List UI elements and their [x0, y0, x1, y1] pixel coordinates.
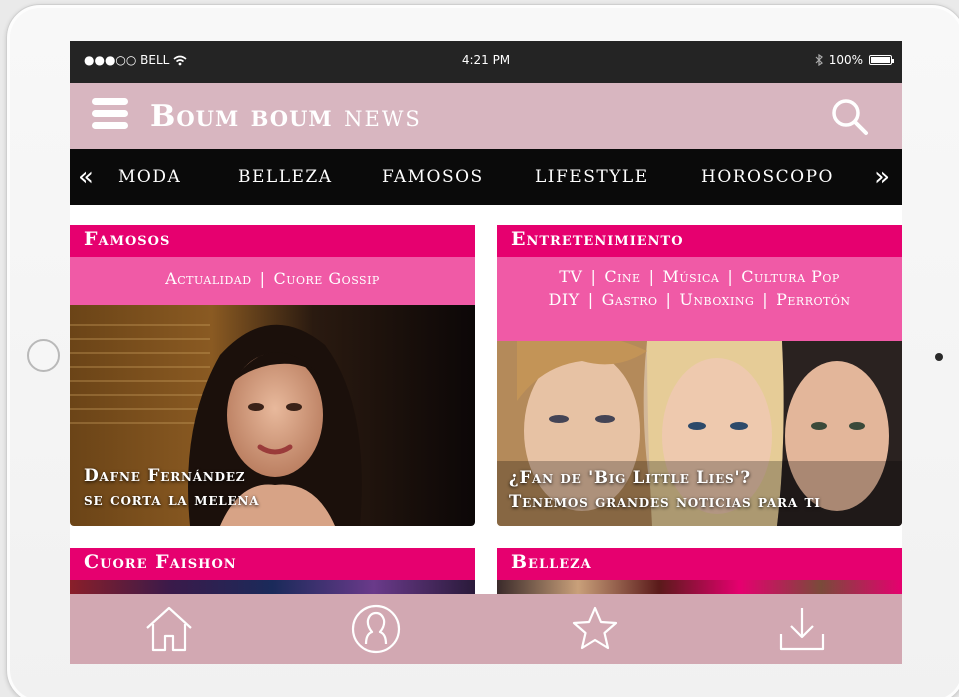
subcat-gastro[interactable]: Gastro [602, 290, 658, 309]
subcat-musica[interactable]: Música [662, 267, 719, 286]
bottom-tab-bar [70, 594, 902, 664]
subcat-cultura-pop[interactable]: Cultura Pop [741, 267, 840, 286]
nav-item-belleza[interactable]: BELLEZA [238, 167, 332, 187]
card-subcategories: Actualidad | Cuore Gossip [70, 257, 475, 305]
card-title[interactable]: Famosos [70, 225, 475, 257]
card-subcategories: TV | Cine | Música | Cultura Pop DIY | Gastro | Un… [497, 257, 902, 341]
status-bar: ●●●○○ BELL 4:21 PM 100% [70, 41, 902, 83]
subcat-cine[interactable]: Cine [604, 267, 640, 286]
menu-icon[interactable] [92, 98, 128, 132]
caption-line-2: Tenemos grandes noticias para ti [509, 492, 821, 511]
home-button[interactable] [27, 339, 60, 372]
bluetooth-icon [815, 54, 823, 66]
logo-suffix: news [344, 99, 422, 134]
battery-icon [869, 55, 894, 65]
nav-item-moda[interactable]: MODA [118, 167, 181, 187]
category-nav: « MODA BELLEZA FAMOSOS LIFESTYLE HOROSCO… [70, 149, 902, 205]
profile-icon[interactable] [350, 604, 402, 654]
card-famosos: Famosos Actualidad | Cuore Gossip Dafne … [70, 225, 475, 526]
status-right: 100% [815, 53, 894, 67]
app-header: Boum boum news [70, 83, 902, 149]
logo-main: Boum boum [150, 99, 333, 134]
battery-percent: 100% [828, 53, 863, 67]
site-logo[interactable]: Boum boum news [150, 99, 422, 134]
download-icon[interactable] [776, 604, 828, 654]
home-icon[interactable] [143, 604, 195, 654]
front-camera [935, 353, 943, 361]
article-photo-peek[interactable] [497, 580, 902, 594]
article-photo[interactable]: ¿Fan de 'Big Little Lies'? Tenemos grand… [497, 341, 902, 526]
subcat-cuore-gossip[interactable]: Cuore Gossip [273, 269, 379, 288]
nav-next-icon[interactable]: » [874, 162, 890, 192]
article-photo-peek[interactable] [70, 580, 475, 594]
card-cuore-faishon: Cuore Faishon [70, 548, 475, 594]
search-icon[interactable] [830, 97, 870, 137]
card-title[interactable]: Belleza [497, 548, 902, 580]
nav-item-famosos[interactable]: FAMOSOS [382, 167, 484, 187]
caption-line-1: Dafne Fernández [84, 466, 246, 486]
article-caption[interactable]: ¿Fan de 'Big Little Lies'? Tenemos grand… [509, 466, 821, 514]
article-photo[interactable]: Dafne Fernández se corta la melena [70, 305, 475, 526]
status-time: 4:21 PM [461, 53, 511, 67]
card-title[interactable]: Cuore Faishon [70, 548, 475, 580]
subcat-tv[interactable]: TV [559, 267, 582, 286]
subcat-diy[interactable]: DIY [549, 290, 580, 309]
card-title[interactable]: Entretenimiento [497, 225, 902, 257]
article-caption[interactable]: Dafne Fernández se corta la melena [84, 464, 259, 512]
subcat-row-1: TV | Cine | Música | Cultura Pop [559, 267, 840, 286]
nav-item-lifestyle[interactable]: LIFESTYLE [535, 167, 649, 187]
caption-line-2: se corta la melena [84, 490, 260, 510]
star-icon[interactable] [569, 604, 621, 654]
card-entretenimiento: Entretenimiento TV | Cine | Música | Cultura P… [497, 225, 902, 526]
subcat-perroton[interactable]: Perrotón [776, 290, 850, 309]
subcat-unboxing[interactable]: Unboxing [679, 290, 754, 309]
card-belleza: Belleza [497, 548, 902, 594]
caption-line-1: ¿Fan de 'Big Little Lies'? [509, 468, 751, 487]
app-screen: ●●●○○ BELL 4:21 PM 100% Boum boum news «… [70, 41, 902, 664]
nav-item-horoscopo[interactable]: HOROSCOPO [701, 167, 834, 187]
subcat-row-2: DIY | Gastro | Unboxing | Perrotón [548, 290, 851, 309]
subcat-actualidad[interactable]: Actualidad [165, 269, 251, 288]
nav-prev-icon[interactable]: « [78, 162, 94, 192]
